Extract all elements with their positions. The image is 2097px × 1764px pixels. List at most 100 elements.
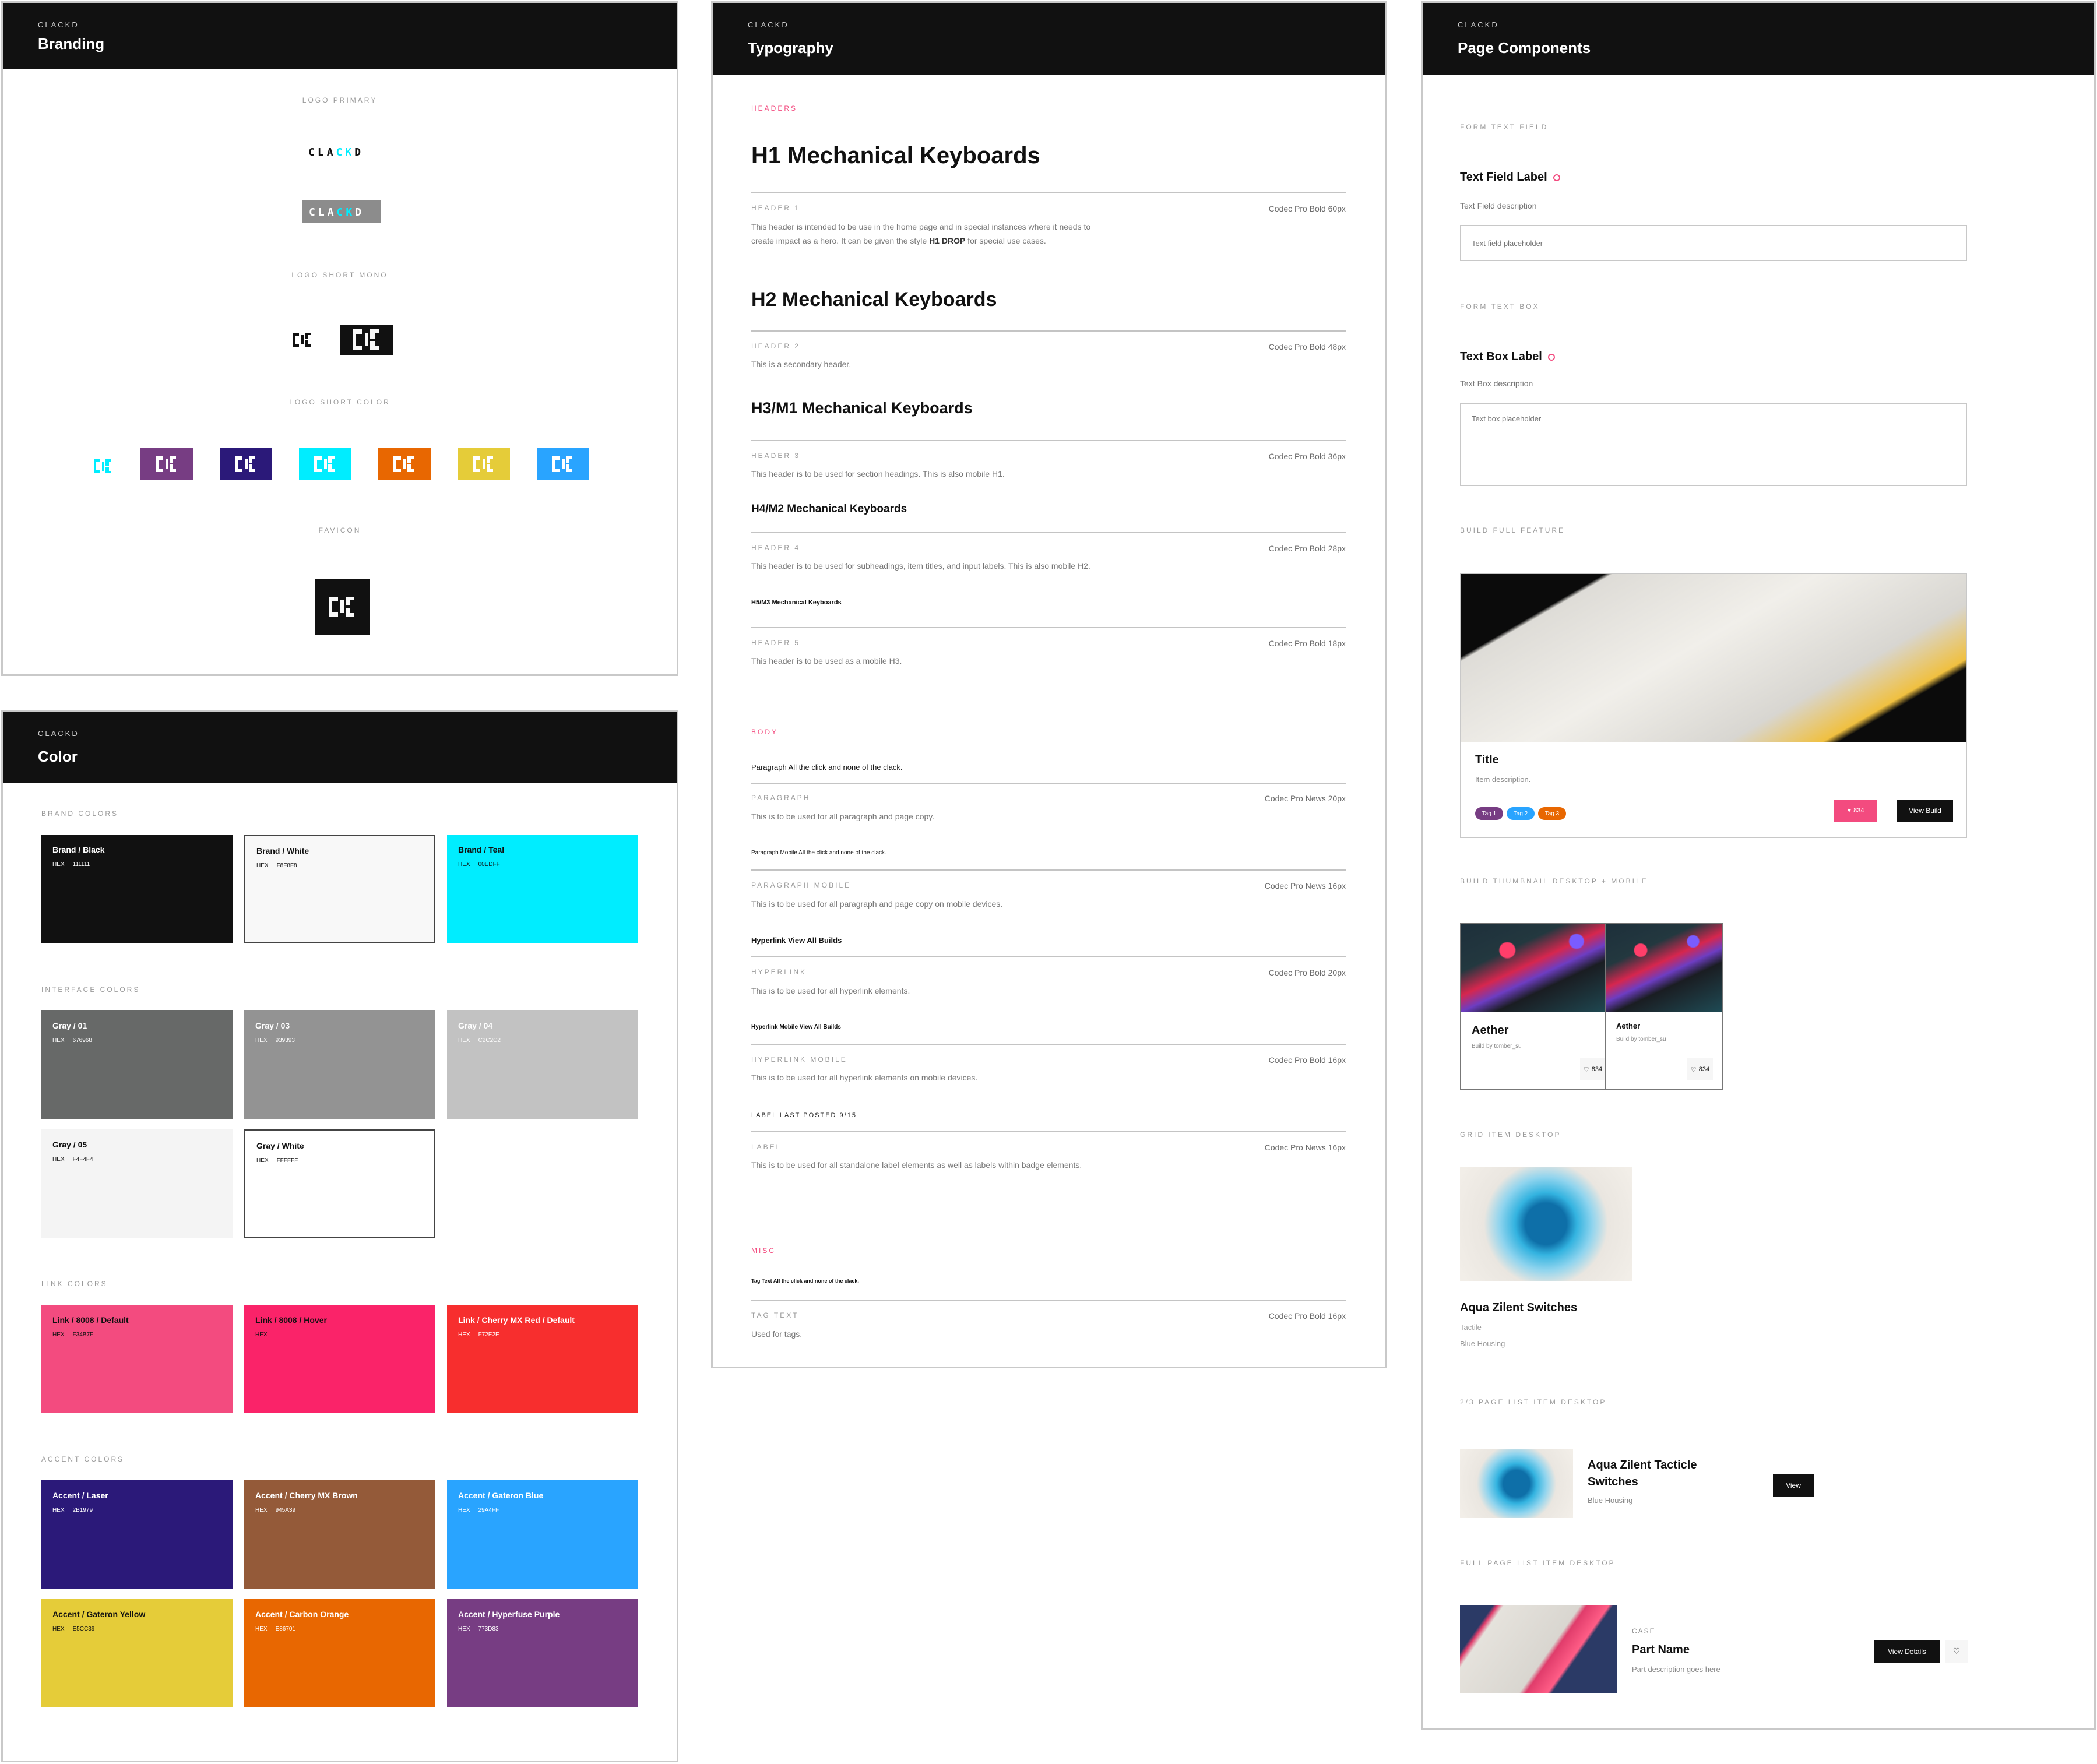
favorite-button[interactable]: ♡	[1945, 1640, 1968, 1663]
color-swatch[interactable]: Gray / 01 HEX 676968	[41, 1010, 233, 1119]
type-sample: H1 Mechanical Keyboards	[751, 143, 1040, 168]
color-swatch[interactable]: Gray / 05 HEX F4F4F4	[41, 1129, 233, 1238]
section-label-list-item-23: 2/3 PAGE LIST ITEM DESKTOP	[1460, 1398, 1607, 1406]
swatch-name: Accent / Hyperfuse Purple	[458, 1610, 560, 1619]
type-style-spec: Codec Pro Bold 48px	[1268, 342, 1346, 351]
color-swatch[interactable]: Brand / White HEX F8F8F8	[244, 835, 435, 943]
logo-short-color-tile	[537, 448, 589, 480]
wordmark-letter: C	[336, 206, 344, 219]
wordmark-letters: CLACKD	[308, 146, 361, 159]
color-swatch[interactable]: Gray / 03 HEX 939393	[244, 1010, 435, 1119]
wordmark-letter: C	[308, 146, 315, 159]
swatch-hex: HEX 773D83	[458, 1626, 627, 1632]
section-label-body: BODY	[751, 728, 779, 736]
type-style-spec: Codec Pro Bold 20px	[1268, 968, 1346, 977]
hex-value: 29A4FF	[478, 1507, 499, 1513]
ck-logo-icon	[293, 332, 312, 347]
swatch-name: Gray / 01	[52, 1021, 87, 1030]
divider	[751, 192, 1346, 193]
hex-label: HEX	[52, 1156, 65, 1163]
color-swatch[interactable]: Link / 8008 / Default HEX F34B7F	[41, 1305, 233, 1413]
type-style-key: HEADER 5	[751, 639, 801, 647]
type-sample: Hyperlink View All Builds	[751, 936, 842, 945]
hex-label: HEX	[256, 1157, 269, 1164]
swatch-hex: HEX 2B1979	[52, 1507, 221, 1513]
type-style-spec: Codec Pro Bold 16px	[1268, 1311, 1346, 1321]
swatch-name: Accent / Gateron Yellow	[52, 1610, 146, 1619]
color-swatch[interactable]: Accent / Laser HEX 2B1979	[41, 1480, 233, 1589]
text-box-textarea[interactable]	[1460, 403, 1967, 486]
color-swatch[interactable]: Accent / Gateron Yellow HEX E5CC39	[41, 1599, 233, 1707]
view-build-button[interactable]: View Build	[1897, 800, 1953, 822]
like-count: 834	[1698, 1066, 1710, 1073]
color-swatch[interactable]: Accent / Carbon Orange HEX E86701	[244, 1599, 435, 1707]
list-item-full-description: Part description goes here	[1632, 1665, 1720, 1674]
like-count: 834	[1853, 807, 1864, 814]
hex-label: HEX	[255, 1332, 268, 1338]
tag-chip[interactable]: Tag 3	[1538, 807, 1566, 820]
type-meta-row: HEADER 5 Codec Pro Bold 18px	[751, 639, 1346, 648]
like-button[interactable]: ♥ 834	[1834, 800, 1877, 822]
type-meta-row: HYPERLINK Codec Pro Bold 20px	[751, 968, 1346, 977]
hex-value: 939393	[275, 1037, 295, 1044]
view-button[interactable]: View	[1773, 1474, 1814, 1497]
required-info-icon[interactable]	[1547, 353, 1555, 361]
branding-panel: CLACKD Branding LOGO PRIMARY CLACKD CLAC…	[1, 1, 678, 676]
grid-item-line2: Blue Housing	[1460, 1339, 1505, 1348]
text-box-label: Text Box Label	[1460, 350, 1555, 364]
type-meta-row: HEADER 2 Codec Pro Bold 48px	[751, 342, 1346, 351]
type-style-key: TAG TEXT	[751, 1311, 799, 1319]
swatch-hex: HEX 111111	[52, 861, 221, 868]
color-swatch[interactable]: Accent / Hyperfuse Purple HEX 773D83	[447, 1599, 638, 1707]
color-swatch[interactable]: Accent / Cherry MX Brown HEX 945A39	[244, 1480, 435, 1589]
tag-chip[interactable]: Tag 2	[1507, 807, 1535, 820]
type-style-key: LABEL	[751, 1143, 782, 1151]
wordmark-letter: L	[318, 206, 325, 219]
list-item-23-title[interactable]: Aqua Zilent Tacticle Switches	[1588, 1457, 1739, 1491]
color-swatch[interactable]: Brand / Teal HEX 00EDFF	[447, 835, 638, 943]
list-item-full-title[interactable]: Part Name	[1632, 1643, 1690, 1657]
swatch-hex: HEX E86701	[255, 1626, 424, 1632]
swatch-name: Gray / 05	[52, 1140, 87, 1149]
color-swatch[interactable]: Brand / Black HEX 111111	[41, 835, 233, 943]
tag-chip[interactable]: Tag 1	[1475, 807, 1503, 820]
type-style-description: This is to be used for all paragraph and…	[751, 812, 935, 821]
wordmark-letter: D	[354, 146, 362, 159]
grid-item-image[interactable]	[1460, 1167, 1632, 1281]
color-swatch[interactable]: Link / Cherry MX Red / Default HEX F72E2E	[447, 1305, 638, 1413]
hex-label: HEX	[255, 1037, 268, 1044]
build-feature-card[interactable]: Title Item description. Tag 1 Tag 2 Tag 3 …	[1460, 573, 1967, 838]
like-button[interactable]: ♡ 834	[1687, 1058, 1713, 1080]
swatch-name: Brand / Teal	[458, 845, 505, 854]
section-label-build-full-feature: BUILD FULL FEATURE	[1460, 526, 1565, 534]
color-swatch[interactable]: Link / 8008 / Hover HEX	[244, 1305, 435, 1413]
text-field-label: Text Field Label	[1460, 171, 1560, 184]
type-style-spec: Codec Pro News 16px	[1264, 881, 1346, 890]
hex-label: HEX	[458, 1332, 470, 1338]
color-swatch[interactable]: Gray / White HEX FFFFFF	[244, 1129, 435, 1238]
like-button[interactable]: ♡ 834	[1580, 1058, 1606, 1080]
ck-logo-icon	[353, 329, 381, 350]
color-swatch[interactable]: Accent / Gateron Blue HEX 29A4FF	[447, 1480, 638, 1589]
required-info-icon[interactable]	[1553, 174, 1560, 181]
list-item-full-category: CASE	[1632, 1627, 1656, 1635]
divider	[751, 1131, 1346, 1132]
grid-item-title[interactable]: Aqua Zilent Switches	[1460, 1301, 1577, 1315]
logo-short-color-tile	[220, 448, 272, 480]
color-swatch[interactable]: Gray / 04 HEX C2C2C2	[447, 1010, 638, 1119]
swatch-hex: HEX F34B7F	[52, 1332, 221, 1338]
swatch-hex: HEX F72E2E	[458, 1332, 627, 1338]
build-thumbnail-card[interactable]: Aether Build by tomber_su ♡ 834	[1605, 923, 1723, 1090]
swatch-hex: HEX FFFFFF	[256, 1157, 423, 1164]
type-style-description: This is a secondary header.	[751, 360, 852, 369]
divider	[751, 1044, 1346, 1045]
type-style-description: This is to be used for all standalone la…	[751, 1160, 1082, 1170]
type-meta-row: PARAGRAPH Codec Pro News 20px	[751, 794, 1346, 803]
panel-title: Color	[38, 748, 78, 765]
build-thumbnail-card[interactable]: Aether Build by tomber_su ♡ 834	[1460, 923, 1616, 1090]
view-details-button[interactable]: View Details	[1874, 1640, 1940, 1663]
build-thumbnail-image	[1461, 924, 1615, 1012]
ck-logo-icon	[156, 456, 178, 472]
type-style-description: This is to be used for all paragraph and…	[751, 899, 1003, 909]
text-field-input[interactable]	[1460, 225, 1967, 261]
